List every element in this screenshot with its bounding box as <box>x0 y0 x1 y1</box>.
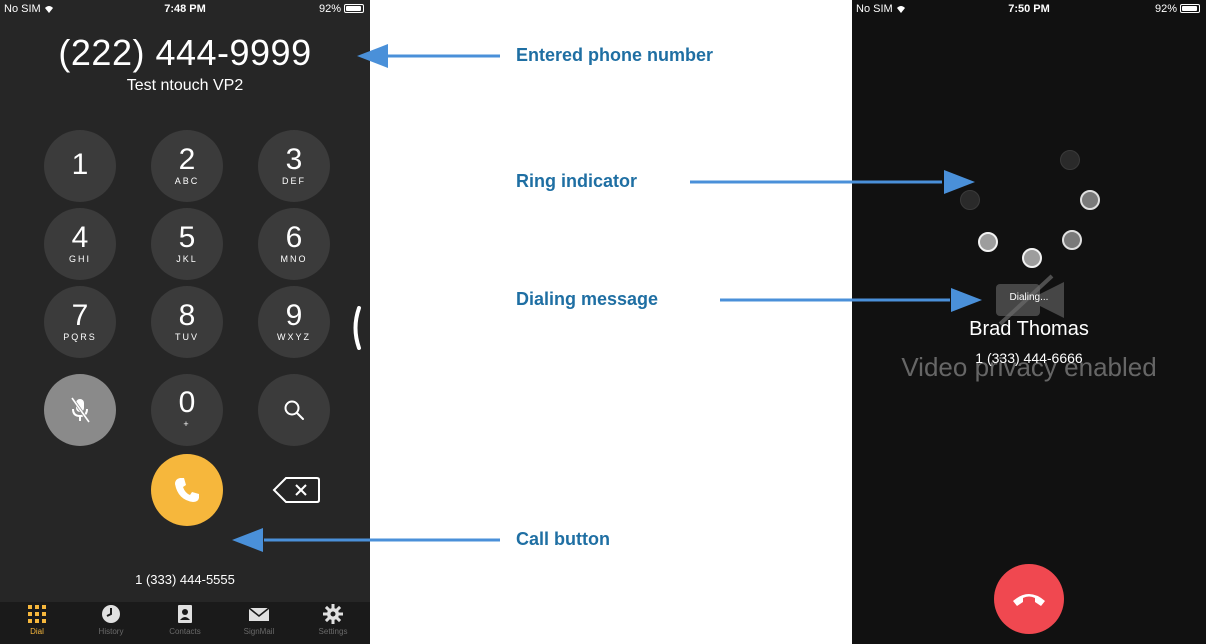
annotation-ring-indicator: Ring indicator <box>516 171 637 191</box>
annotation-dialing-message: Dialing message <box>516 289 659 309</box>
annotation-entered-number: Entered phone number <box>516 45 714 65</box>
annotation-call-button: Call button <box>516 529 610 549</box>
